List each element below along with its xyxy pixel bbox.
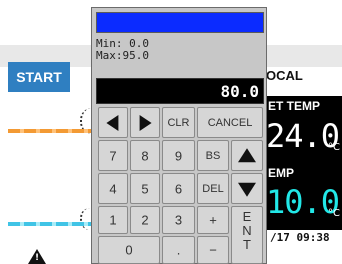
cancel-label: CANCEL <box>207 116 253 129</box>
digit-5-button[interactable]: 5 <box>130 173 160 204</box>
cursor-right-button[interactable] <box>130 107 160 138</box>
delete-label: DEL <box>202 182 224 195</box>
cold-flow-line <box>8 222 96 226</box>
digit-label: 4 <box>109 181 117 196</box>
digit-1-button[interactable]: 1 <box>98 206 128 234</box>
digit-4-button[interactable]: 4 <box>98 173 128 204</box>
delete-button[interactable]: DEL <box>197 173 229 204</box>
warning-triangle-icon[interactable]: ! <box>28 249 46 264</box>
plus-label: + <box>209 212 217 228</box>
decimal-point-label: . <box>176 242 181 258</box>
digit-label: 9 <box>174 148 183 163</box>
temp-unit: °C <box>328 208 340 219</box>
set-temp-unit: °C <box>328 142 340 153</box>
clear-label: CLR <box>167 116 190 129</box>
digit-label: 3 <box>174 212 183 228</box>
plus-button[interactable]: + <box>197 206 229 234</box>
digit-label: 6 <box>174 181 183 196</box>
backspace-button[interactable]: BS <box>197 140 229 171</box>
local-mode-label: OCAL <box>266 68 303 83</box>
enter-label: E N T <box>232 210 262 252</box>
enter-button[interactable]: E N T <box>231 206 263 264</box>
arrow-down-icon <box>238 182 256 197</box>
digit-label: 7 <box>109 148 117 163</box>
decrement-button[interactable] <box>231 173 263 204</box>
increment-button[interactable] <box>231 140 263 171</box>
digit-2-button[interactable]: 2 <box>130 206 160 234</box>
minus-button[interactable]: − <box>197 236 229 264</box>
cancel-button[interactable]: CANCEL <box>197 107 263 138</box>
start-button[interactable]: START <box>8 62 70 92</box>
digit-7-button[interactable]: 7 <box>98 140 128 171</box>
digit-3-button[interactable]: 3 <box>162 206 195 234</box>
cursor-left-button[interactable] <box>98 107 128 138</box>
digit-8-button[interactable]: 8 <box>130 140 160 171</box>
decimal-point-button[interactable]: . <box>162 236 195 264</box>
digit-6-button[interactable]: 6 <box>162 173 195 204</box>
digit-label: 0 <box>125 242 133 258</box>
enter-letter: E <box>242 209 252 224</box>
enter-letter: N <box>242 223 252 238</box>
arrow-left-icon <box>106 114 119 131</box>
arrow-up-icon <box>238 147 256 162</box>
clear-button[interactable]: CLR <box>162 107 195 138</box>
hot-flow-line <box>8 129 96 133</box>
digit-label: 1 <box>109 212 117 228</box>
digit-9-button[interactable]: 9 <box>162 140 195 171</box>
backspace-label: BS <box>205 149 221 162</box>
set-temp-label: ET TEMP <box>268 99 321 113</box>
enter-letter: T <box>243 237 251 252</box>
keypad-title-bar[interactable] <box>96 12 264 33</box>
digit-label: 5 <box>141 181 149 196</box>
keypad-display: 80.0 <box>96 78 264 104</box>
max-value-text: Max:95.0 <box>96 49 149 62</box>
temp-label: EMP <box>268 166 295 180</box>
datetime: /17 09:38 <box>270 231 330 244</box>
digit-label: 2 <box>141 212 149 228</box>
keypad-range: Min: 0.0 Max:95.0 <box>96 38 149 62</box>
minus-label: − <box>209 242 217 258</box>
digit-0-button[interactable]: 0 <box>98 236 160 264</box>
keypad-display-value: 80.0 <box>220 82 259 101</box>
numeric-keypad-dialog: Min: 0.0 Max:95.0 80.0 CLR CANCEL 7 8 9 … <box>91 7 267 264</box>
arrow-right-icon <box>139 114 152 131</box>
digit-label: 8 <box>141 148 149 163</box>
